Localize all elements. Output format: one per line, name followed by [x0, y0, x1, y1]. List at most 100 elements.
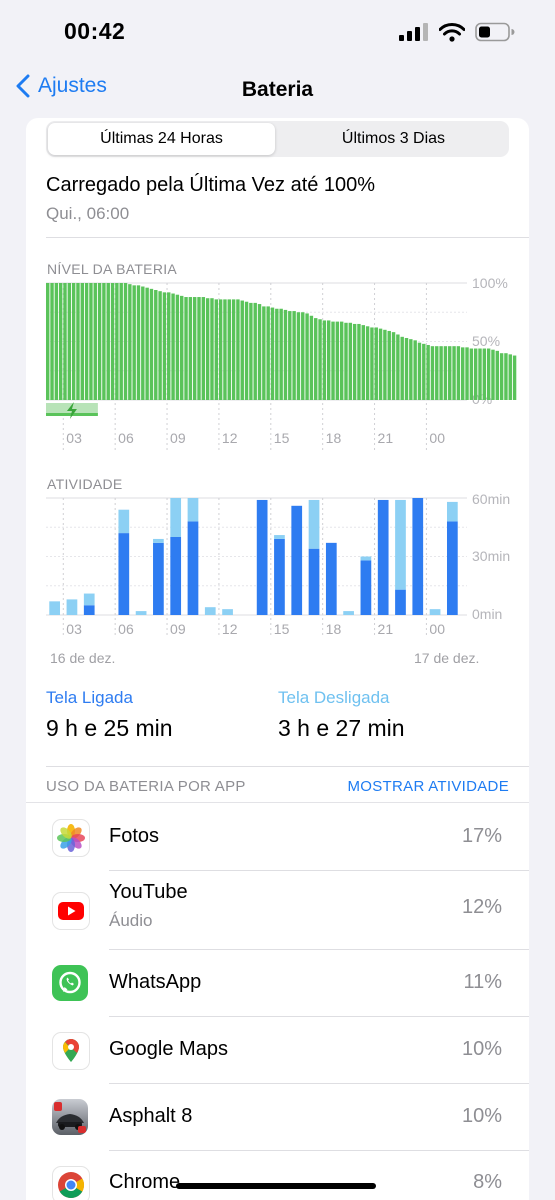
battery-bar — [249, 302, 253, 400]
last-charge-time: Qui., 06:00 — [46, 204, 130, 223]
battery-bar — [262, 306, 266, 400]
battery-bar — [456, 346, 461, 400]
screen-on-bar — [170, 537, 182, 615]
battery-bar — [84, 283, 89, 400]
battery-bar — [76, 283, 80, 400]
activity-x-tick-label: 03 — [66, 621, 82, 637]
status-time: 00:42 — [64, 18, 126, 44]
battery-bar — [279, 308, 283, 400]
battery-bar — [378, 328, 383, 400]
screen-on-bar — [360, 560, 372, 615]
photos-icon — [52, 819, 90, 857]
battery-bar — [400, 336, 404, 400]
battery-bar — [352, 323, 357, 400]
battery-x-tick-label: 09 — [170, 430, 186, 446]
battery-bar — [201, 297, 206, 400]
screen-off-bar — [343, 611, 354, 615]
battery-bar — [184, 297, 188, 400]
battery-x-tick-label: 03 — [66, 430, 82, 446]
screen-on-bar — [308, 548, 320, 615]
battery-bar — [227, 299, 231, 400]
screen-on-value: 9 h e 25 min — [46, 715, 173, 741]
activity-x-tick-label: 15 — [274, 621, 290, 637]
activity-x-tick-label: 12 — [222, 621, 238, 637]
battery-bar — [409, 339, 413, 400]
page-title: Bateria — [241, 78, 314, 101]
screen-off-bar — [308, 499, 320, 549]
battery-bar — [292, 311, 296, 400]
battery-bar — [149, 288, 154, 400]
battery-bar — [63, 283, 67, 400]
battery-bar — [461, 347, 465, 400]
battery-x-tick-label: 15 — [274, 430, 290, 446]
google-maps-icon — [52, 1032, 90, 1070]
wifi-icon — [439, 22, 465, 42]
app-row-google-maps[interactable]: Google Maps 10% — [26, 1017, 529, 1084]
app-row-whatsapp[interactable]: WhatsApp 11% — [26, 950, 529, 1017]
battery-bar — [305, 313, 309, 400]
battery-x-tick-label: 18 — [326, 430, 342, 446]
home-indicator — [176, 1183, 376, 1189]
app-name: WhatsApp — [109, 971, 202, 993]
battery-bar — [326, 320, 331, 400]
app-row-youtube[interactable]: YouTube Áudio 12% — [26, 871, 529, 949]
battery-bar — [512, 355, 517, 400]
app-name: YouTube — [109, 881, 188, 903]
screen-off-label: Tela Desligada — [278, 688, 390, 707]
screen-off-bar — [49, 601, 61, 615]
screen-on-bar — [446, 521, 458, 615]
screen-off-bar — [395, 499, 406, 590]
battery-bar — [257, 304, 262, 400]
battery-bar — [67, 283, 72, 400]
battery-bar — [422, 343, 426, 400]
battery-bar — [240, 300, 244, 400]
battery-bar — [322, 320, 327, 400]
screen-on-bar — [153, 542, 164, 615]
battery-bar — [288, 311, 292, 400]
app-row-chrome[interactable]: Chrome 8% — [26, 1151, 529, 1200]
battery-bar — [491, 349, 495, 400]
battery-bar — [97, 283, 102, 400]
app-subtitle: Áudio — [109, 911, 153, 930]
battery-x-tick-label: 06 — [118, 430, 134, 446]
date-start-label: 16 de dez. — [50, 650, 116, 666]
battery-bar — [128, 284, 132, 400]
show-activity-button[interactable]: MOSTRAR ATIVIDADE — [347, 778, 509, 795]
screen-on-bar — [274, 538, 285, 615]
screen-off-bar — [360, 556, 372, 561]
battery-bar — [231, 299, 236, 400]
screen-on-bar — [377, 499, 389, 615]
screen-on-bar — [118, 533, 130, 615]
battery-bar — [499, 353, 504, 400]
battery-bar — [106, 283, 110, 400]
battery-bar — [46, 283, 50, 400]
battery-x-tick-label: 00 — [429, 430, 445, 446]
battery-bar — [417, 342, 422, 400]
battery-bar — [89, 283, 93, 400]
battery-bar — [473, 348, 478, 400]
battery-bar — [318, 319, 322, 400]
app-row-asphalt[interactable]: Asphalt 8 10% — [26, 1084, 529, 1151]
battery-bar — [167, 292, 171, 400]
segment-last-24-hours[interactable]: Últimas 24 Horas — [48, 123, 275, 155]
battery-bar — [314, 318, 318, 400]
battery-bar — [478, 348, 482, 400]
screen-on-label: Tela Ligada — [46, 688, 133, 707]
battery-bar — [110, 283, 115, 400]
battery-bar — [141, 286, 145, 400]
app-percent: 11% — [463, 971, 502, 993]
battery-bar — [439, 346, 443, 400]
battery-bar — [339, 321, 344, 400]
app-name: Google Maps — [109, 1038, 228, 1060]
battery-bar — [162, 292, 167, 400]
battery-bar — [145, 287, 149, 400]
app-name: Chrome — [109, 1171, 181, 1193]
battery-bar — [54, 283, 59, 400]
battery-bar — [309, 315, 314, 400]
cellular-signal-icon — [399, 23, 428, 41]
app-row-fotos[interactable]: Fotos 17% — [26, 803, 529, 871]
segment-last-3-days[interactable]: Últimos 3 Dias — [280, 123, 507, 155]
screen-off-value: 3 h e 27 min — [278, 715, 405, 741]
battery-bar — [469, 348, 474, 400]
battery-bar — [348, 322, 353, 400]
